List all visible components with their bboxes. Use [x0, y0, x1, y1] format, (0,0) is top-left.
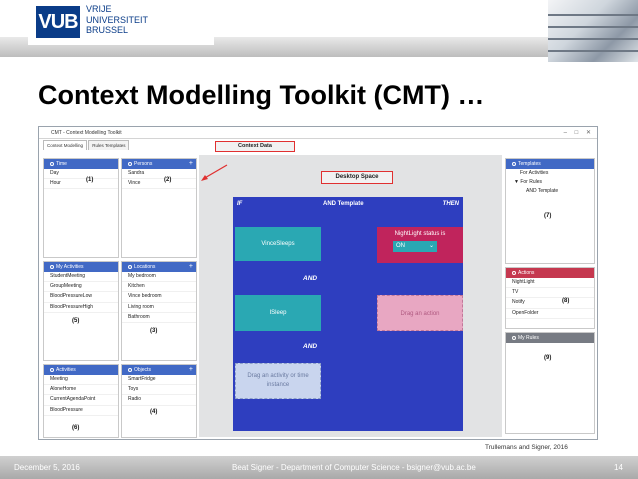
annotation-number: (3) [150, 328, 158, 334]
university-logo: VUB VRIJE UNIVERSITEIT BRUSSEL [28, 0, 214, 45]
slide-footer: December 5, 2016 Beat Signer - Departmen… [0, 456, 638, 479]
footer-date: December 5, 2016 [14, 463, 80, 472]
annotation-number: (7) [544, 213, 552, 219]
tab-rules-templates[interactable]: Rules Templates [88, 140, 130, 150]
vub-logo-text: VUB [36, 6, 80, 38]
slide-title: Context Modelling Toolkit (CMT) … [38, 80, 485, 110]
list-item[interactable]: BloodPressure [44, 406, 118, 416]
page-number: 14 [614, 463, 623, 472]
list-item[interactable]: SmartFridge [122, 375, 196, 386]
action-icon [512, 270, 516, 275]
window-tabs: Context Modelling Rules Templates [43, 140, 130, 150]
annotation-number: (1) [86, 177, 94, 183]
condition-block[interactable]: ISleep [235, 295, 321, 331]
cmt-window: CMT - Context Modelling Toolkit – □ ✕ Co… [38, 126, 598, 440]
university-name: VRIJE UNIVERSITEIT BRUSSEL [86, 4, 149, 35]
list-item[interactable]: Vince bedroom [122, 292, 196, 303]
action-value-select[interactable]: ON ⌄ [393, 241, 437, 252]
and-rule-template[interactable]: IF AND Template THEN VinceSleeps AND ISl… [233, 197, 463, 431]
list-item[interactable]: Meeting [44, 375, 118, 386]
activity-icon [50, 264, 54, 269]
object-icon [128, 367, 132, 372]
annotation-number: (4) [150, 409, 158, 415]
tree-item[interactable]: AND Template [506, 187, 594, 196]
clock-icon [50, 161, 54, 166]
chevron-down-icon: ⌄ [428, 243, 434, 249]
action-title: NightLight status is [394, 231, 446, 237]
template-icon [512, 161, 516, 166]
condition-block[interactable]: VinceSleeps [235, 227, 321, 261]
list-item[interactable]: AloneHome [44, 385, 118, 396]
actions-panel: Actions NightLight TV Notify OpenFolder … [505, 267, 595, 329]
list-item[interactable]: GroupMeeting [44, 282, 118, 293]
add-icon[interactable]: + [189, 159, 193, 169]
window-title: CMT - Context Modelling Toolkit [39, 127, 597, 139]
list-item[interactable]: Hour [44, 179, 118, 190]
action-drop-zone[interactable]: Drag an action [377, 295, 463, 331]
time-panel: Time Day Hour (1) [43, 158, 119, 258]
annotation-number: (5) [72, 318, 80, 324]
list-item[interactable]: My bedroom [122, 272, 196, 283]
my-activities-panel: My Activities StudentMeeting GroupMeetin… [43, 261, 119, 361]
location-icon [128, 264, 132, 269]
my-rules-panel: My Rules (9) [505, 332, 595, 434]
building-photo [548, 0, 638, 62]
persons-panel: Persons + Sandra Vince (2) [121, 158, 197, 258]
annotation-number: (2) [164, 177, 172, 183]
list-item[interactable]: StudentMeeting [44, 272, 118, 283]
and-operator: AND [303, 275, 318, 282]
list-item[interactable]: Radio [122, 395, 196, 406]
activity-drop-zone[interactable]: Drag an activity or time instance [235, 363, 321, 399]
tree-item[interactable]: For Activities [506, 169, 594, 178]
image-credit: Trullemans and Signer, 2016 [483, 444, 570, 451]
time-panel-header: Time [44, 159, 118, 169]
list-item[interactable]: OpenFolder [506, 309, 594, 319]
annotation-number: (6) [72, 425, 80, 431]
list-item[interactable]: BloodPressureLow [44, 292, 118, 303]
templates-panel: Templates For Activities ▼ For Rules AND… [505, 158, 595, 264]
list-item[interactable]: Kitchen [122, 282, 196, 293]
list-item[interactable]: BloodPressureHigh [44, 303, 118, 313]
list-item[interactable]: NightLight [506, 278, 594, 289]
footer-author: Beat Signer - Department of Computer Sci… [232, 463, 476, 472]
list-item[interactable]: Living room [122, 303, 196, 313]
annotation-number: (8) [562, 298, 570, 304]
locations-panel: Locations + My bedroom Kitchen Vince bedr… [121, 261, 197, 361]
desktop-space-label: Desktop Space [321, 171, 393, 184]
list-item[interactable]: TV [506, 288, 594, 299]
then-label: THEN [442, 201, 459, 207]
tab-context-modelling[interactable]: Context Modelling [43, 140, 88, 150]
list-item[interactable]: Day [44, 169, 118, 180]
activities-panel: Activities Meeting AloneHome CurrentAgen… [43, 364, 119, 438]
tree-item[interactable]: ▼ For Rules [506, 178, 594, 187]
if-label: IF [237, 201, 243, 207]
list-item[interactable]: CurrentAgendaPoint [44, 395, 118, 406]
list-item[interactable]: Vince [122, 179, 196, 190]
list-item[interactable]: Notify [506, 298, 594, 309]
action-block[interactable]: NightLight status is ON ⌄ [377, 227, 463, 263]
list-item[interactable]: Bathroom [122, 313, 196, 324]
context-data-label: Context Data [215, 141, 295, 152]
and-operator: AND [303, 343, 318, 350]
window-controls[interactable]: – □ ✕ [564, 129, 594, 136]
annotation-number: (9) [544, 355, 552, 361]
objects-panel: Objects + SmartFridge Toys Radio (4) [121, 364, 197, 438]
slide-header: VUB VRIJE UNIVERSITEIT BRUSSEL [0, 0, 638, 62]
add-icon[interactable]: + [189, 365, 193, 375]
list-item[interactable]: Toys [122, 385, 196, 396]
list-item[interactable]: Sandra [122, 169, 196, 180]
rules-icon [512, 335, 516, 340]
template-name: AND Template [323, 201, 364, 207]
person-icon [128, 161, 132, 166]
arrow-icon [201, 164, 228, 181]
rule-header: IF AND Template THEN [233, 197, 463, 211]
add-icon[interactable]: + [189, 262, 193, 272]
activity-icon [50, 367, 54, 372]
